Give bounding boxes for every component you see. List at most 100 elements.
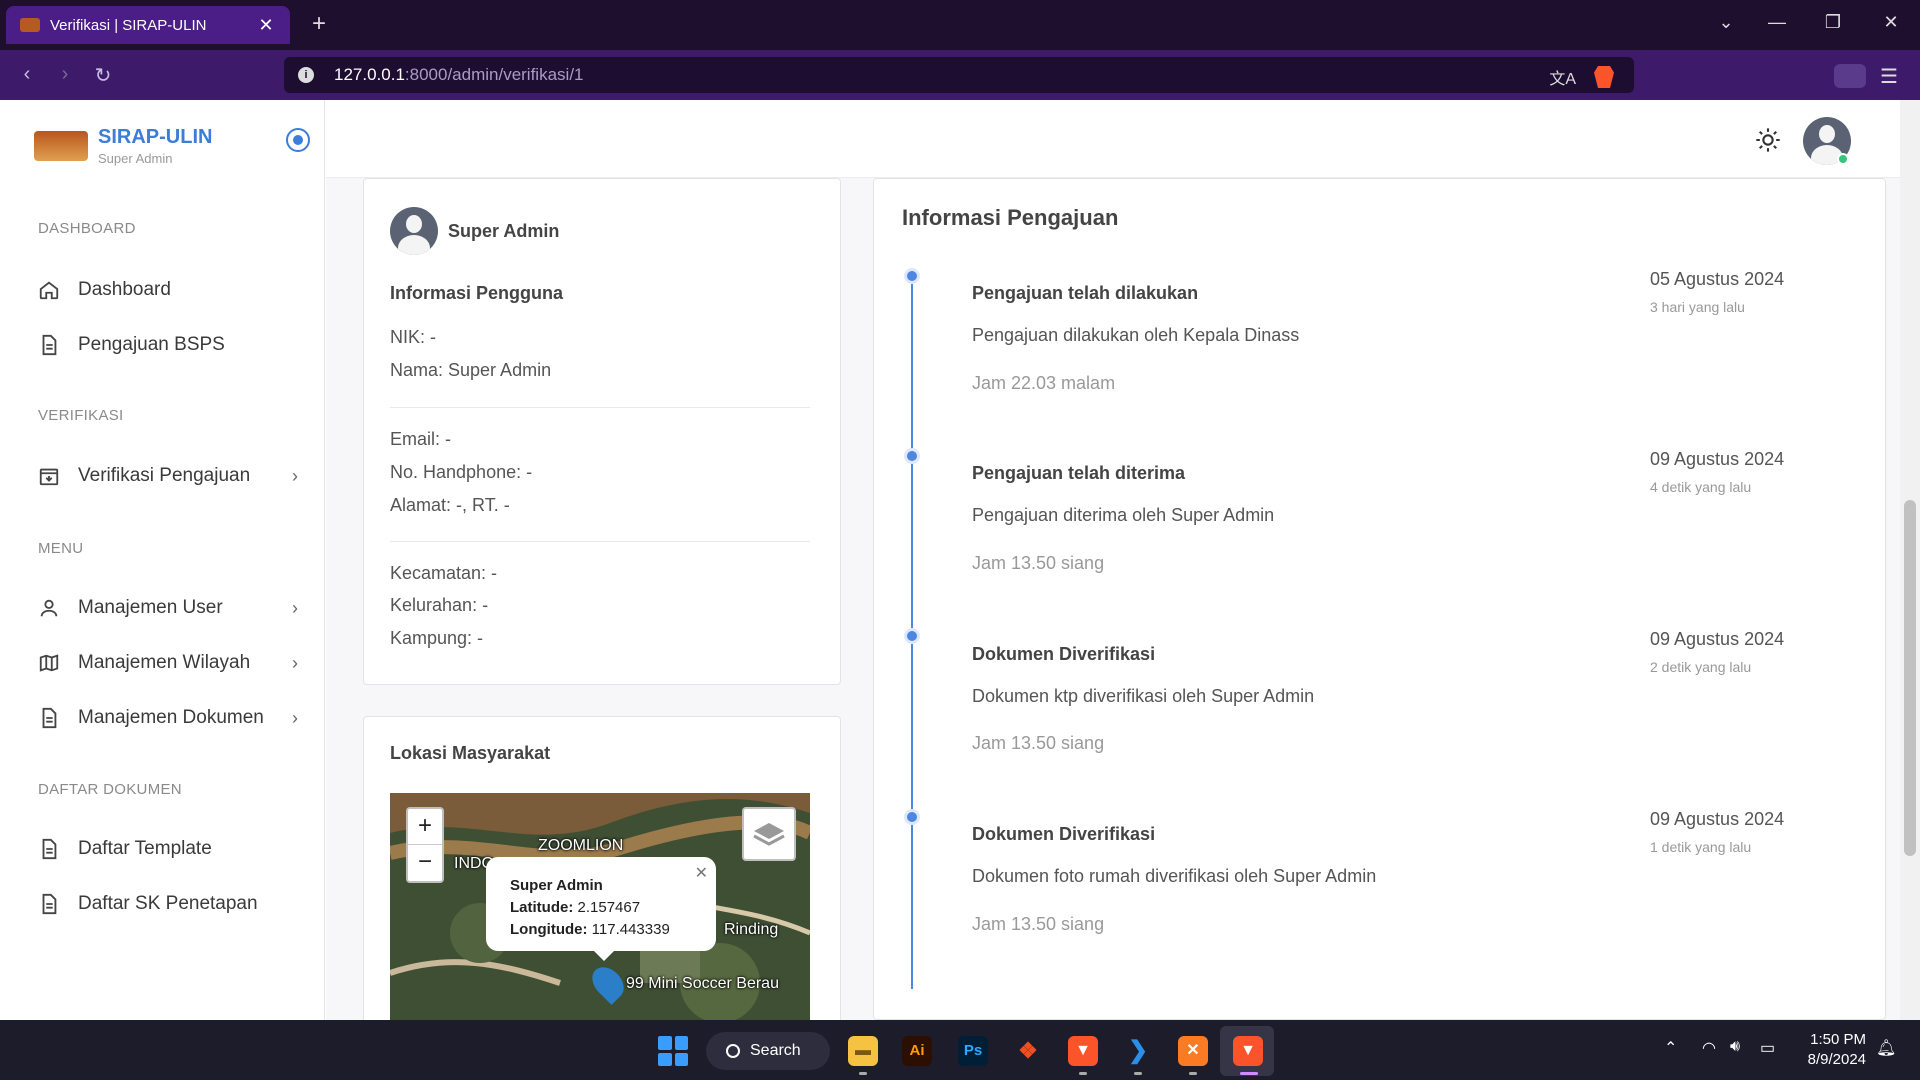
favicon-icon xyxy=(20,18,40,32)
event-time: Jam 13.50 siang xyxy=(972,733,1105,753)
back-icon[interactable]: ‹ xyxy=(12,63,42,86)
brand-role: Super Admin xyxy=(98,151,173,166)
volume-icon[interactable]: 🔊︎ xyxy=(1730,1038,1740,1056)
popup-lat-value: 2.157467 xyxy=(577,899,641,916)
page-scrollbar[interactable] xyxy=(1900,100,1920,1020)
sidebar-item-manajemen-user[interactable]: Manajemen User › xyxy=(38,588,298,628)
os-taskbar: Search ▬ Ai Ps ❖ ▼ ❯ ✕ ▼ ⌃ ◠ 🔊︎ ▭ 1:50 P… xyxy=(0,1020,1920,1080)
browser-tab-strip: Verifikasi | SIRAP-ULIN ✕ + ⌄ — ❐ ✕ xyxy=(0,0,1920,50)
theme-toggle-sun-icon[interactable] xyxy=(1754,126,1782,154)
popup-lon-value: 117.443339 xyxy=(591,921,670,938)
sidebar-item-label: Manajemen User xyxy=(78,597,223,618)
event-date: 09 Agustus 2024 xyxy=(1650,629,1785,649)
sidebar-item-label: Pengajuan BSPS xyxy=(78,334,225,355)
event-date: 09 Agustus 2024 xyxy=(1650,449,1785,469)
browser-tab[interactable]: Verifikasi | SIRAP-ULIN ✕ xyxy=(6,6,290,44)
minimize-icon[interactable]: — xyxy=(1762,12,1792,33)
user-kelurahan: Kelurahan: - xyxy=(390,595,489,615)
sidebar-item-manajemen-dokumen[interactable]: Manajemen Dokumen › xyxy=(38,698,298,738)
tray-chevron-up-icon[interactable]: ⌃ xyxy=(1664,1038,1677,1058)
user-email: Email: - xyxy=(390,429,452,449)
figma-icon[interactable]: ❖ xyxy=(1013,1036,1043,1066)
timeline-dot xyxy=(904,628,920,644)
battery-icon[interactable]: ▭ xyxy=(1760,1038,1775,1058)
restore-icon[interactable]: ❐ xyxy=(1818,12,1848,33)
reload-icon[interactable]: ↻ xyxy=(88,63,118,88)
timeline-title: Informasi Pengajuan xyxy=(902,205,1119,230)
sidebar-item-dashboard[interactable]: Dashboard xyxy=(38,270,298,310)
site-info-icon[interactable]: i xyxy=(298,67,314,83)
sidebar-item-label: Manajemen Dokumen xyxy=(78,707,264,728)
layers-icon xyxy=(753,823,785,846)
sidebar-item-label: Dashboard xyxy=(78,279,171,300)
divider xyxy=(390,407,810,408)
location-card: Lokasi Masyarakat + − ZOOMLION INDO Rind… xyxy=(363,716,841,1036)
user-name: Super Admin xyxy=(448,220,560,241)
scrollbar-thumb[interactable] xyxy=(1904,500,1916,856)
app: SIRAP-ULIN Super Admin DASHBOARD Dashboa… xyxy=(0,100,1920,1036)
user-kampung: Kampung: - xyxy=(390,628,484,648)
event-time: Jam 13.50 siang xyxy=(972,914,1105,934)
illustrator-icon[interactable]: Ai xyxy=(902,1036,932,1066)
event-ago: 1 detik yang lalu xyxy=(1650,839,1752,855)
brave-beta-icon[interactable]: ▼ xyxy=(1068,1036,1098,1066)
url-path: :8000/admin/verifikasi/1 xyxy=(404,65,584,84)
event-heading: Pengajuan telah diterima xyxy=(972,463,1186,483)
sidebar-item-label: Daftar Template xyxy=(78,838,212,859)
translate-icon[interactable]: 文A xyxy=(1549,65,1576,89)
menu-icon[interactable]: ☰ xyxy=(1880,64,1898,89)
brand-name: SIRAP-ULIN xyxy=(98,126,213,148)
document-icon xyxy=(42,707,57,729)
section-menu: MENU xyxy=(38,540,84,557)
notification-bell-icon[interactable]: 🔔︎ xyxy=(1876,1038,1896,1058)
divider xyxy=(390,541,810,542)
layers-button[interactable] xyxy=(742,807,796,861)
xampp-icon[interactable]: ✕ xyxy=(1178,1036,1208,1066)
popup-tip xyxy=(592,949,616,961)
location-map[interactable]: + − ZOOMLION INDO Rinding 99 Mini Soccer… xyxy=(390,793,810,1023)
user-phone: No. Handphone: - xyxy=(390,462,533,482)
sidebar-item-pengajuan-bsps[interactable]: Pengajuan BSPS xyxy=(38,325,298,365)
popup-lon-label: Longitude: xyxy=(510,921,588,938)
event-description: Dokumen ktp diverifikasi oleh Super Admi… xyxy=(972,686,1315,706)
brave-shields-icon[interactable] xyxy=(1594,66,1614,88)
close-tab-icon[interactable]: ✕ xyxy=(256,15,276,36)
sidebar: SIRAP-ULIN Super Admin DASHBOARD Dashboa… xyxy=(0,100,325,1020)
file-explorer-icon[interactable]: ▬ xyxy=(848,1036,878,1066)
vscode-icon[interactable]: ❯ xyxy=(1123,1036,1153,1066)
tab-search-chevron-icon[interactable]: ⌄ xyxy=(1711,12,1741,33)
event-date: 05 Agustus 2024 xyxy=(1650,269,1785,289)
home-icon xyxy=(39,281,59,300)
photoshop-icon[interactable]: Ps xyxy=(958,1036,988,1066)
wifi-icon[interactable]: ◠ xyxy=(1702,1038,1716,1058)
start-button[interactable] xyxy=(658,1036,688,1066)
brand[interactable]: SIRAP-ULIN Super Admin xyxy=(34,126,212,166)
forward-icon[interactable]: › xyxy=(50,63,80,86)
address-toolbar: ‹ › ↻ i 127.0.0.1 :8000/admin/verifikasi… xyxy=(0,50,1920,100)
timeline-dot xyxy=(904,268,920,284)
section-verifikasi: VERIFIKASI xyxy=(38,407,124,424)
zoom-in-button[interactable]: + xyxy=(408,809,442,845)
address-bar[interactable]: i 127.0.0.1 :8000/admin/verifikasi/1 文A xyxy=(284,57,1634,93)
map-label: ZOOMLION xyxy=(538,837,624,854)
profile-icon[interactable] xyxy=(1834,64,1866,88)
sidebar-item-label: Daftar SK Penetapan xyxy=(78,893,258,914)
sidebar-item-verifikasi-pengajuan[interactable]: Verifikasi Pengajuan › xyxy=(38,456,298,496)
running-indicator xyxy=(1079,1072,1087,1075)
timeline-card: Informasi Pengajuan Pengajuan telah dila… xyxy=(873,178,1886,1020)
sidebar-item-daftar-sk-penetapan[interactable]: Daftar SK Penetapan xyxy=(38,884,298,924)
close-popup-icon[interactable]: ✕ xyxy=(695,863,708,885)
sidebar-toggle-icon[interactable] xyxy=(286,128,310,152)
new-tab-icon[interactable]: + xyxy=(312,10,326,38)
brave-browser-icon[interactable]: ▼ xyxy=(1233,1036,1263,1066)
taskbar-search[interactable]: Search xyxy=(706,1032,830,1070)
close-window-icon[interactable]: ✕ xyxy=(1876,12,1906,33)
event-heading: Dokumen Diverifikasi xyxy=(972,824,1156,844)
sidebar-item-daftar-template[interactable]: Daftar Template xyxy=(38,829,298,869)
event-heading: Pengajuan telah dilakukan xyxy=(972,283,1199,303)
sidebar-item-manajemen-wilayah[interactable]: Manajemen Wilayah › xyxy=(38,643,298,683)
map-icon xyxy=(39,654,59,672)
system-clock[interactable]: 1:50 PM 8/9/2024 xyxy=(1798,1030,1866,1070)
main-content: Super Admin Informasi Pengguna NIK: - Na… xyxy=(326,178,1920,1036)
zoom-out-button[interactable]: − xyxy=(408,845,442,881)
